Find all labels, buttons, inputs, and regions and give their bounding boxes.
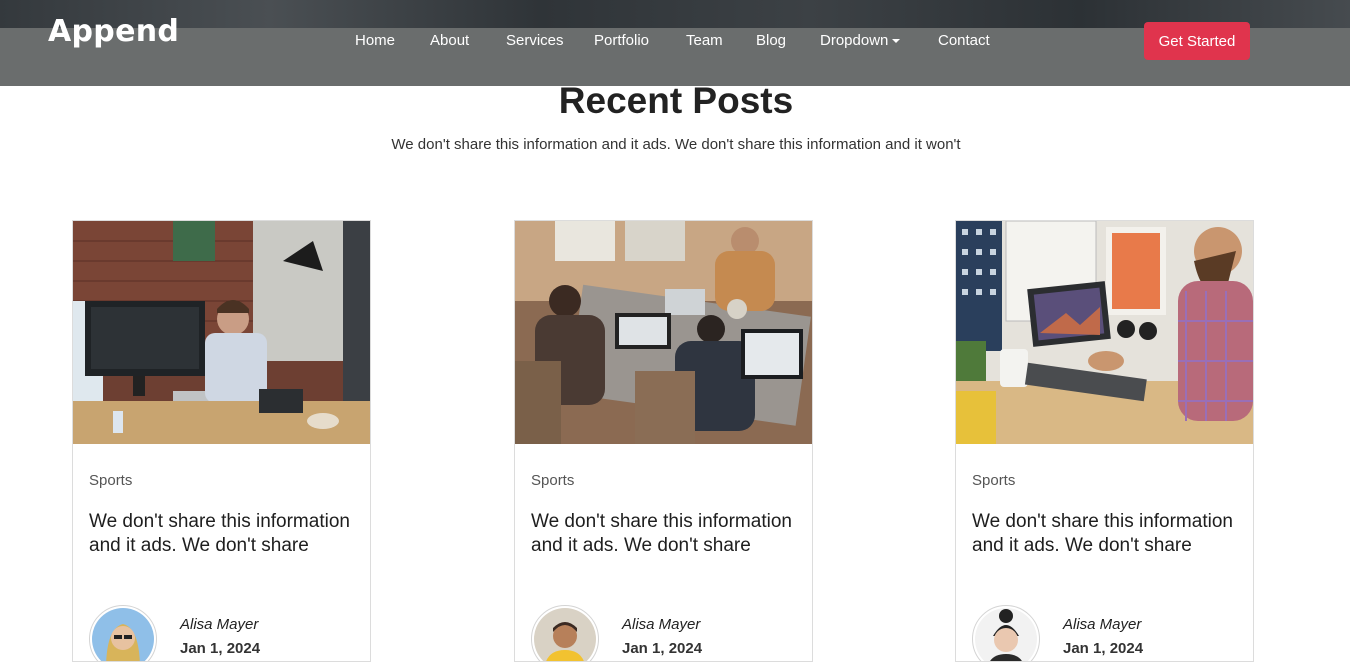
post-date: Jan 1, 2024 xyxy=(1063,640,1144,657)
nav-about[interactable]: About xyxy=(430,32,469,49)
post-card[interactable]: Sports We don't share this information a… xyxy=(955,220,1254,662)
post-date: Jan 1, 2024 xyxy=(180,640,261,657)
post-category[interactable]: Sports xyxy=(89,472,132,489)
post-card[interactable]: Sports We don't share this information a… xyxy=(72,220,371,662)
section-subtitle: We don't share this information and it a… xyxy=(391,136,961,153)
nav-portfolio[interactable]: Portfolio xyxy=(594,32,649,49)
post-category[interactable]: Sports xyxy=(531,472,574,489)
nav-blog[interactable]: Blog xyxy=(756,32,786,49)
post-title[interactable]: We don't share this information and it a… xyxy=(89,510,359,558)
post-title[interactable]: We don't share this information and it a… xyxy=(972,510,1242,558)
nav-dropdown-label: Dropdown xyxy=(820,32,889,49)
nav-dropdown[interactable]: Dropdown xyxy=(820,32,901,49)
author-avatar xyxy=(531,605,599,661)
post-category[interactable]: Sports xyxy=(972,472,1015,489)
caret-down-icon xyxy=(892,39,901,44)
nav-contact[interactable]: Contact xyxy=(938,32,990,49)
post-date: Jan 1, 2024 xyxy=(622,640,703,657)
site-logo[interactable]: Append xyxy=(48,14,179,49)
nav-home[interactable]: Home xyxy=(355,32,395,49)
get-started-button[interactable]: Get Started xyxy=(1144,22,1250,60)
author-name: Alisa Mayer xyxy=(180,616,259,633)
post-title[interactable]: We don't share this information and it a… xyxy=(531,510,801,558)
post-image[interactable] xyxy=(515,221,812,444)
author-name: Alisa Mayer xyxy=(1063,616,1142,633)
nav-team[interactable]: Team xyxy=(686,32,723,49)
author-name: Alisa Mayer xyxy=(622,616,701,633)
post-image[interactable] xyxy=(73,221,370,444)
site-header: Append Home About Services Portfolio Tea… xyxy=(0,0,1350,86)
nav-services[interactable]: Services xyxy=(506,32,564,49)
author-avatar xyxy=(972,605,1040,661)
post-image[interactable] xyxy=(956,221,1253,444)
author-avatar xyxy=(89,605,157,661)
post-card[interactable]: Sports We don't share this information a… xyxy=(514,220,813,662)
section-title: Recent Posts xyxy=(558,80,794,121)
